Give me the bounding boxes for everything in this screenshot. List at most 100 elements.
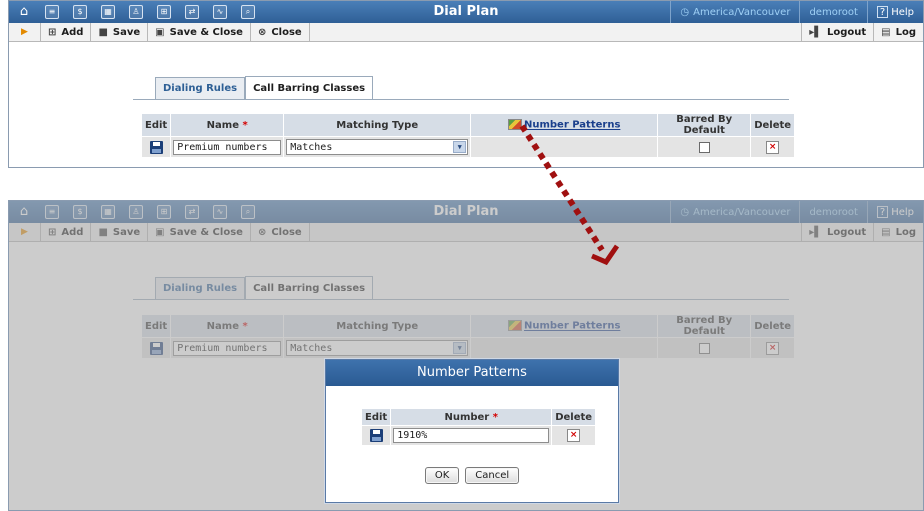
name-input: Premium numbers <box>173 340 282 356</box>
save-close-button[interactable]: ▣ Save & Close <box>148 23 251 41</box>
number-patterns-icon <box>507 119 522 131</box>
call-barring-table: Edit Name * Matching Type Number Pattern… <box>141 314 795 359</box>
close-button: ⊗ Close <box>251 223 310 241</box>
chevron-down-icon: ▼ <box>453 342 467 354</box>
save-close-button: ▣ Save & Close <box>148 223 251 241</box>
number-patterns-icon <box>507 320 522 332</box>
chart-icon[interactable]: ∿ <box>213 5 227 19</box>
dimmed-background: ⌂ ≡ $ ▦ ♙ ⊞ ⇄ ∿ ⌕ Dial Plan ◷ America/Van… <box>9 201 923 358</box>
user-link: demoroot <box>799 201 866 223</box>
col-barred-by-default: Barred By Default <box>658 315 751 337</box>
col-number-patterns[interactable]: Number Patterns <box>471 114 658 136</box>
call-barring-table: Edit Name * Matching Type Number Pattern… <box>141 113 795 158</box>
list-icon: ≡ <box>45 205 59 219</box>
dollar-icon[interactable]: $ <box>73 5 87 19</box>
save-close-icon: ▣ <box>155 26 165 38</box>
chart-icon: ∿ <box>213 205 227 219</box>
col-number: Number * <box>391 409 552 425</box>
add-icon: ⊞ <box>48 26 57 38</box>
barred-by-default-checkbox <box>698 342 710 354</box>
number-patterns-table: Edit Number * Delete 1910% × <box>361 408 596 446</box>
name-input[interactable]: Premium numbers <box>173 139 282 155</box>
save-icon: ■ <box>98 226 108 238</box>
user-link[interactable]: demoroot <box>799 1 866 23</box>
number-patterns-cell <box>471 338 658 358</box>
col-delete: Delete <box>751 114 795 136</box>
col-barred-by-default: Barred By Default <box>658 114 751 136</box>
col-edit: Edit <box>362 409 391 425</box>
routing-icon[interactable]: ⊞ <box>157 5 171 19</box>
grid-icon: ▦ <box>101 205 115 219</box>
logout-icon: ▸▌ <box>809 26 822 38</box>
save-row-icon[interactable] <box>149 140 163 154</box>
save-row-icon[interactable] <box>369 429 383 442</box>
number-patterns-cell <box>471 137 658 157</box>
save-row-icon <box>149 341 163 355</box>
col-name: Name * <box>171 114 284 136</box>
save-button[interactable]: ■ Save <box>91 23 149 41</box>
search-icon: ⌕ <box>241 205 255 219</box>
log-icon: ▤ <box>881 226 891 238</box>
help-link[interactable]: ? Help <box>866 1 923 23</box>
logout-button[interactable]: ▸▌ Logout <box>801 23 873 41</box>
save-button: ■ Save <box>91 223 149 241</box>
delete-row-icon: × <box>766 341 780 355</box>
dollar-icon: $ <box>73 205 87 219</box>
close-icon: ⊗ <box>257 26 267 38</box>
search-icon[interactable]: ⌕ <box>241 5 255 19</box>
grid-icon[interactable]: ▦ <box>101 5 115 19</box>
home-icon: ⌂ <box>19 204 29 219</box>
barred-by-default-checkbox[interactable] <box>698 141 710 153</box>
table-row: Premium numbers Matches ▼ × <box>142 338 795 358</box>
dial-plan-window-modal: ⌂ ≡ $ ▦ ♙ ⊞ ⇄ ∿ ⌕ Dial Plan ◷ America/Van… <box>8 200 924 511</box>
logout-icon: ▸▌ <box>809 226 822 238</box>
delete-row-icon[interactable]: × <box>567 429 581 442</box>
top-nav-bar: ⌂ ≡ $ ▦ ♙ ⊞ ⇄ ∿ ⌕ Dial Plan ◷ America/Van… <box>9 201 923 223</box>
tab-bar: Dialing Rules Call Barring Classes <box>155 276 374 299</box>
add-button[interactable]: ⊞ Add <box>41 23 92 41</box>
log-button[interactable]: ▤ Log <box>873 23 923 41</box>
table-row: Premium numbers Matches ▼ × <box>142 137 795 157</box>
required-marker: * <box>242 320 248 332</box>
table-row: 1910% × <box>362 426 596 445</box>
matching-type-select[interactable]: Matches ▼ <box>286 139 469 155</box>
home-icon[interactable]: ⌂ <box>17 5 31 19</box>
tab-call-barring-classes: Call Barring Classes <box>245 276 374 299</box>
person-icon[interactable]: ♙ <box>129 5 143 19</box>
clock-icon: ◷ <box>680 6 690 18</box>
timezone-link: ◷ America/Vancouver <box>670 201 799 223</box>
col-matching-type: Matching Type <box>284 315 471 337</box>
help-icon: ? <box>876 206 889 218</box>
log-button: ▤ Log <box>873 223 923 241</box>
ok-button[interactable]: OK <box>424 467 460 484</box>
col-delete: Delete <box>751 315 795 337</box>
top-nav-bar: ⌂ ≡ $ ▦ ♙ ⊞ ⇄ ∿ ⌕ Dial Plan ◷ America/Van… <box>9 1 923 23</box>
number-input[interactable]: 1910% <box>393 428 550 443</box>
logout-button: ▸▌ Logout <box>801 223 873 241</box>
col-matching-type: Matching Type <box>284 114 471 136</box>
tab-call-barring-classes[interactable]: Call Barring Classes <box>245 76 374 99</box>
transfer-icon: ⇄ <box>185 205 199 219</box>
cancel-button[interactable]: Cancel <box>465 467 520 484</box>
play-icon[interactable]: ▶ <box>9 23 41 41</box>
close-button[interactable]: ⊗ Close <box>251 23 310 41</box>
list-icon[interactable]: ≡ <box>45 5 59 19</box>
delete-row-icon[interactable]: × <box>766 140 780 154</box>
number-patterns-dialog: Number Patterns Edit Number * Delete 191… <box>325 359 619 503</box>
tab-divider <box>133 299 789 300</box>
col-edit: Edit <box>142 315 171 337</box>
col-number-patterns: Number Patterns <box>471 315 658 337</box>
help-link: ? Help <box>866 201 923 223</box>
play-icon: ▶ <box>9 223 41 241</box>
col-edit: Edit <box>142 114 171 136</box>
dial-plan-window: ⌂ ≡ $ ▦ ♙ ⊞ ⇄ ∿ ⌕ Dial Plan ◷ America/Van… <box>8 0 924 168</box>
chevron-down-icon: ▼ <box>453 141 467 153</box>
save-close-icon: ▣ <box>155 226 165 238</box>
tab-dialing-rules[interactable]: Dialing Rules <box>155 77 246 99</box>
required-marker: * <box>242 119 248 131</box>
transfer-icon[interactable]: ⇄ <box>185 5 199 19</box>
routing-icon: ⊞ <box>157 205 171 219</box>
tab-dialing-rules: Dialing Rules <box>155 277 246 299</box>
help-icon: ? <box>876 6 889 18</box>
timezone-link[interactable]: ◷ America/Vancouver <box>670 1 799 23</box>
